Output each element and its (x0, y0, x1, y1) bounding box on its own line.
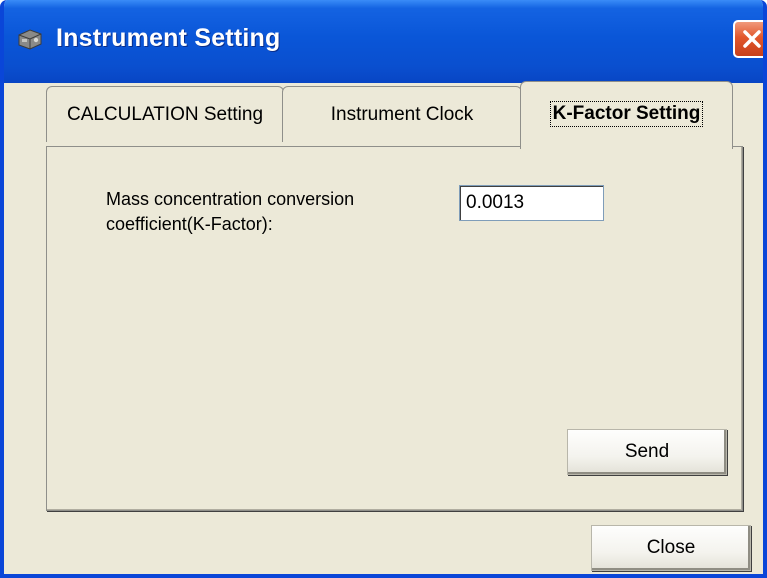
tab-k-factor-label: K-Factor Setting (549, 101, 704, 127)
k-factor-label-line2: coefficient(K-Factor): (106, 214, 273, 234)
close-button[interactable]: Close (591, 525, 751, 571)
title-bar[interactable]: Instrument Setting (4, 0, 763, 83)
tab-calculation-setting[interactable]: CALCULATION Setting (46, 86, 284, 142)
k-factor-label-line1: Mass concentration conversion (106, 189, 355, 209)
k-factor-input[interactable] (459, 185, 604, 221)
instrument-icon (16, 27, 44, 51)
k-factor-label: Mass concentration conversion coefficien… (106, 187, 354, 237)
instrument-setting-dialog: Instrument Setting CALCULATION Setting I… (0, 0, 767, 578)
tab-instrument-clock[interactable]: Instrument Clock (282, 86, 522, 142)
tab-k-factor-setting[interactable]: K-Factor Setting (520, 81, 733, 149)
close-window-button[interactable] (733, 20, 763, 58)
send-button[interactable]: Send (567, 429, 727, 475)
window-title: Instrument Setting (56, 24, 281, 52)
close-x-icon (743, 30, 761, 48)
